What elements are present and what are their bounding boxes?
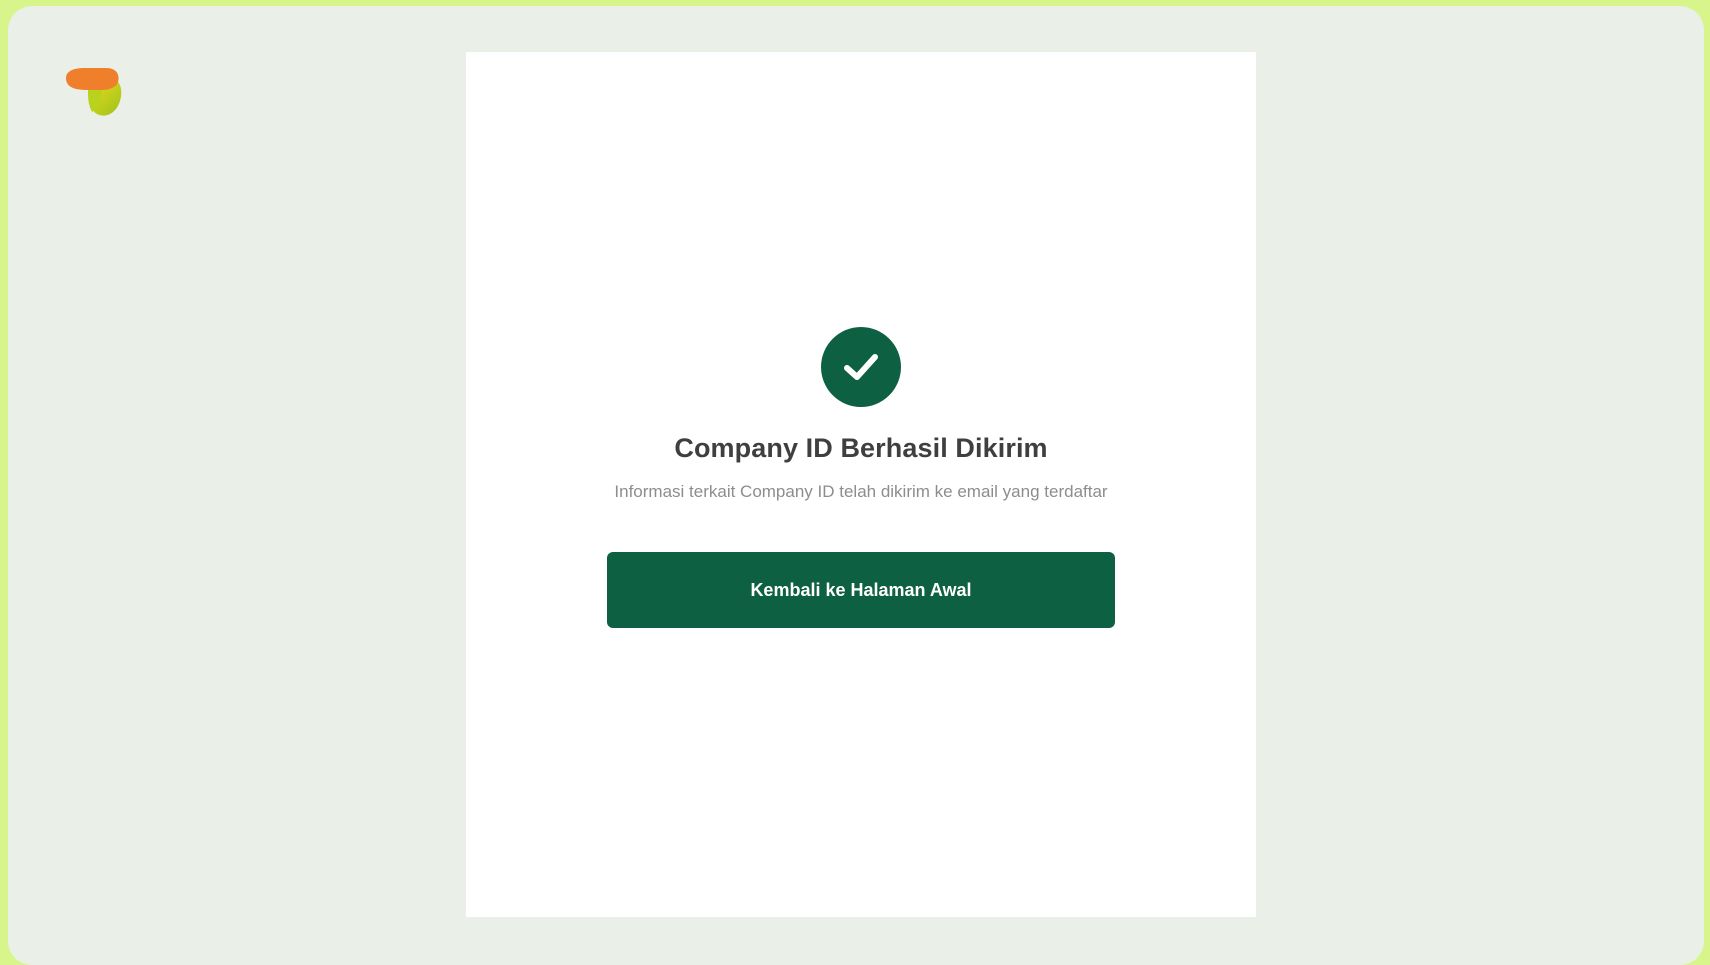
app-window: Company ID Berhasil Dikirim Informasi te… bbox=[8, 6, 1704, 965]
app-logo-icon[interactable] bbox=[62, 60, 130, 128]
success-card: Company ID Berhasil Dikirim Informasi te… bbox=[466, 52, 1256, 917]
page-title: Company ID Berhasil Dikirim bbox=[674, 433, 1048, 463]
back-to-home-button[interactable]: Kembali ke Halaman Awal bbox=[607, 552, 1115, 628]
success-content: Company ID Berhasil Dikirim Informasi te… bbox=[466, 327, 1256, 628]
check-circle-icon bbox=[821, 327, 901, 407]
success-description: Informasi terkait Company ID telah dikir… bbox=[614, 482, 1108, 501]
